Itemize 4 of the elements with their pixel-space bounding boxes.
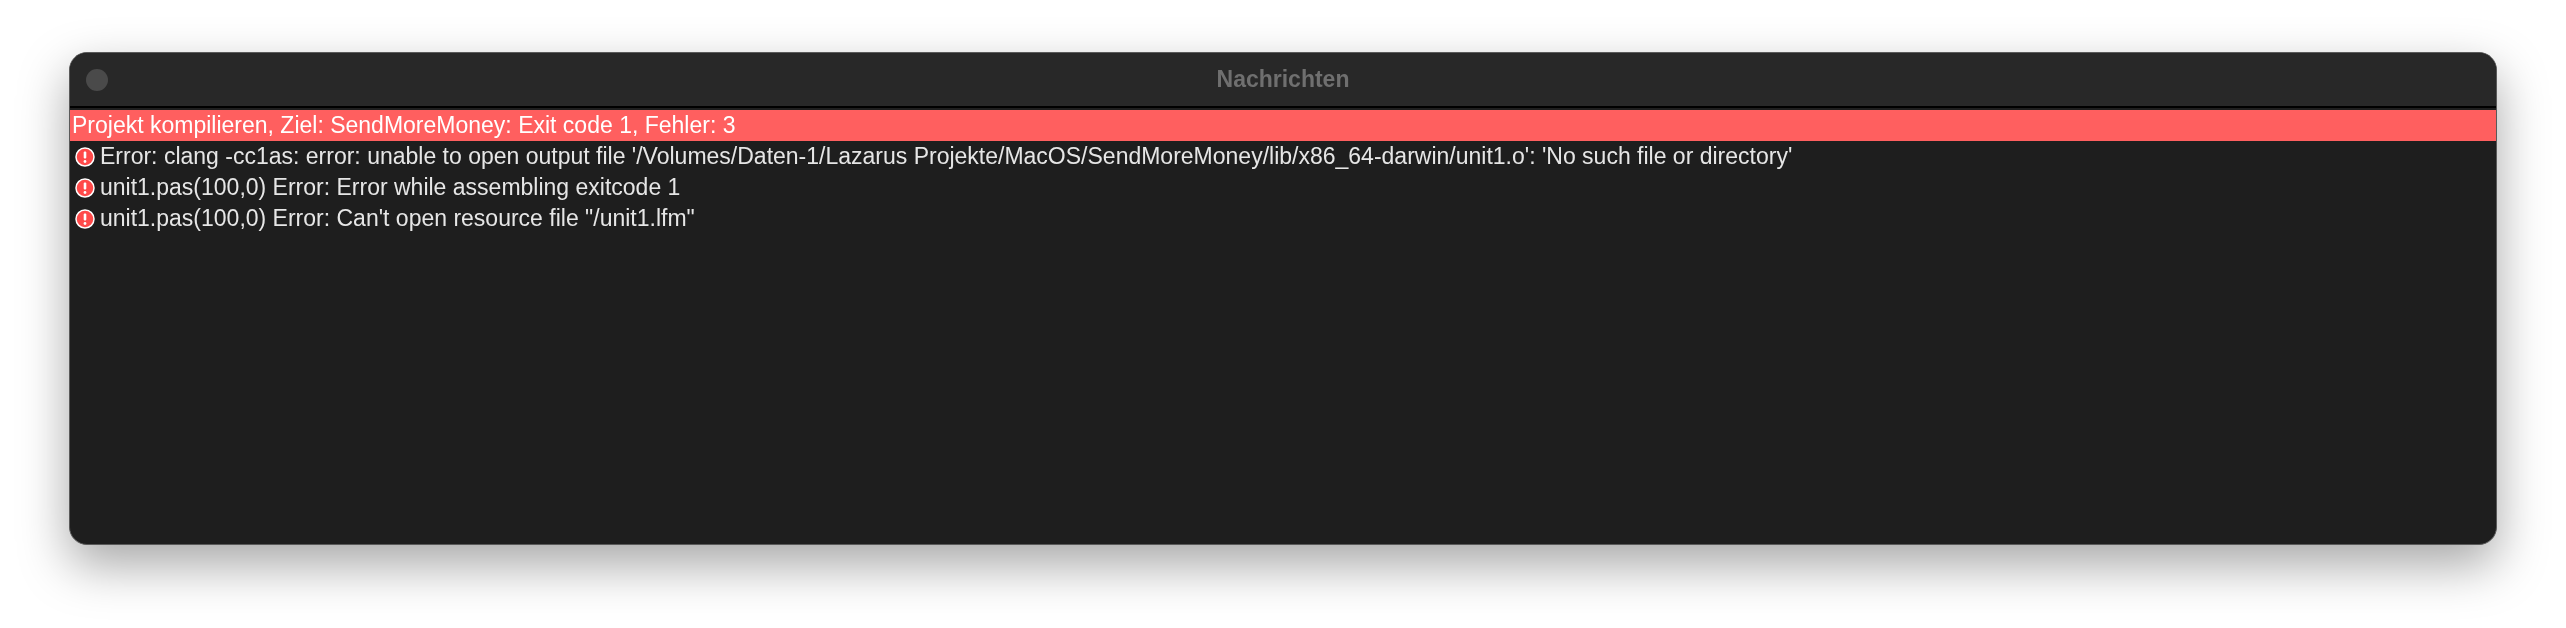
error-icon <box>75 177 95 198</box>
error-icon <box>75 146 95 167</box>
error-icon <box>75 208 95 229</box>
window-title: Nachrichten <box>1216 65 1350 95</box>
